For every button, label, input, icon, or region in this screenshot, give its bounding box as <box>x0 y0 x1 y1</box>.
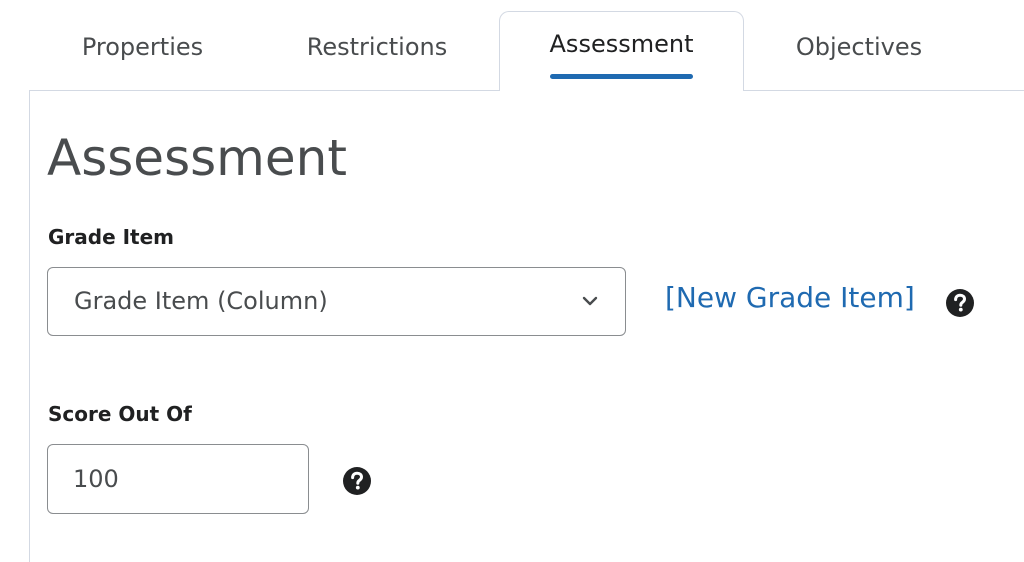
grade-item-selected-value: Grade Item (Column) <box>74 287 328 315</box>
chevron-down-icon <box>582 296 598 306</box>
active-tab-indicator <box>550 74 693 79</box>
tab-bar-divider-right <box>743 90 1024 91</box>
grade-item-label: Grade Item <box>48 225 175 249</box>
tab-properties[interactable]: Properties <box>30 0 255 90</box>
tab-restrictions-label: Restrictions <box>306 33 448 61</box>
tab-bar-divider-left <box>30 90 500 91</box>
question-circle-icon[interactable] <box>342 466 372 496</box>
grade-item-select[interactable]: Grade Item (Column) <box>47 267 626 336</box>
question-circle-icon[interactable] <box>945 288 975 318</box>
score-out-of-label: Score Out Of <box>48 402 192 426</box>
assessment-page: Properties Restrictions Assessment Objec… <box>0 0 1024 562</box>
tab-properties-label: Properties <box>81 33 204 61</box>
tab-assessment-label: Assessment <box>549 29 694 58</box>
tab-restrictions[interactable]: Restrictions <box>255 0 499 90</box>
tab-objectives[interactable]: Objectives <box>744 0 974 90</box>
score-out-of-input[interactable] <box>47 444 309 514</box>
new-grade-item-link[interactable]: [New Grade Item] <box>665 281 915 314</box>
panel-border <box>29 90 30 562</box>
tab-objectives-label: Objectives <box>795 33 923 61</box>
tab-assessment[interactable]: Assessment <box>499 11 744 91</box>
page-title: Assessment <box>47 129 347 187</box>
